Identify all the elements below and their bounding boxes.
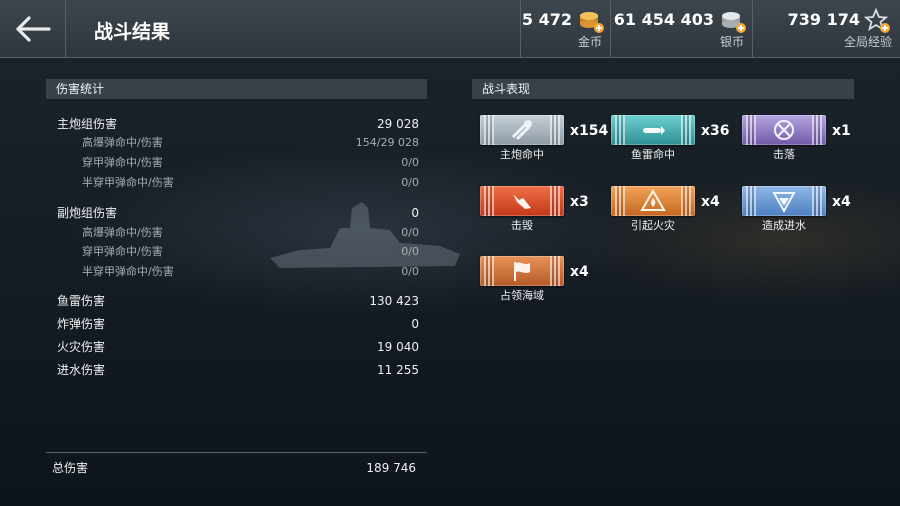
medal-count: x4 [570,264,589,280]
stat-label: 半穿甲弹命中/伤害 [82,176,174,189]
medal-label: 引起火灾 [631,219,675,232]
main-sap-row: 半穿甲弹命中/伤害 0/0 [57,174,419,192]
medal-label: 击毁 [511,219,533,232]
flood-damage-row: 进水伤害 11 255 [57,361,419,379]
stat-label: 高爆弹命中/伤害 [82,226,163,239]
medal-torpedo-hit[interactable]: 鱼雷命中 x36 [611,115,730,163]
medal-fire-caused[interactable]: 引起火灾 x4 [611,186,720,234]
star-xp-add-icon [864,8,890,33]
medal-count: x1 [832,123,851,139]
stat-label: 主炮组伤害 [57,117,118,131]
medal-ribbon [611,186,695,216]
stat-value: 0/0 [401,265,419,278]
stat-value: 19 040 [377,340,419,354]
stat-value: 29 028 [377,117,419,131]
stat-label: 鱼雷伤害 [57,294,106,308]
medal-flooding-caused[interactable]: 造成进水 x4 [742,186,851,234]
xp-amount: 739 174 [787,10,860,29]
back-button[interactable] [0,0,66,58]
stat-value: 0/0 [401,245,419,258]
stat-label: 副炮组伤害 [57,206,118,220]
stat-label: 半穿甲弹命中/伤害 [82,265,174,278]
medal-main-battery-hit[interactable]: 主炮命中 x154 [480,115,608,163]
gold-resource[interactable]: 5 472 金币 [520,0,610,58]
stat-value: 0/0 [401,226,419,239]
medal-count: x36 [701,123,730,139]
page-title: 战斗结果 [94,21,171,43]
medal-label: 造成进水 [762,219,806,232]
medal-count: x4 [701,194,720,210]
stat-value: 0 [411,206,419,220]
medal-label: 主炮命中 [500,148,544,161]
stat-value: 154/29 028 [355,136,419,149]
total-divider [46,452,427,453]
ship-destroyed-icon [513,194,531,209]
silver-resource[interactable]: 61 454 403 银币 [610,0,752,58]
medal-count: x3 [570,194,589,210]
medal-ribbon [611,115,695,145]
stat-value: 130 423 [369,294,419,308]
secondary-damage-row: 副炮组伤害 0 [57,204,419,222]
stat-label: 进水伤害 [57,363,106,377]
secondary-ap-row: 穿甲弹命中/伤害 0/0 [57,243,419,261]
stat-label: 总伤害 [52,461,89,475]
gold-label: 金币 [577,35,602,49]
xp-label: 全局经验 [843,35,892,49]
stat-label: 穿甲弹命中/伤害 [82,156,163,169]
medal-ribbon [742,186,826,216]
main-battery-hit-icon [511,120,532,141]
battle-performance-header: 战斗表现 [472,79,854,99]
medal-count: x154 [570,123,609,139]
main-battery-damage-row: 主炮组伤害 29 028 [57,115,419,133]
medal-ribbon [480,256,564,286]
stat-value: 0/0 [401,156,419,169]
bomb-damage-row: 炸弹伤害 0 [57,315,419,333]
stat-value: 189 746 [366,461,416,475]
flooding-caused-icon [772,192,796,214]
fire-damage-row: 火灾伤害 19 040 [57,338,419,356]
silver-label: 银币 [719,35,744,49]
medal-capture[interactable]: 占领海域 x4 [480,256,589,304]
stat-value: 0/0 [401,176,419,189]
silver-coins-add-icon [722,12,746,33]
stat-label: 穿甲弹命中/伤害 [82,245,163,258]
silver-amount: 61 454 403 [613,10,714,29]
torpedo-hit-icon [643,126,665,135]
medal-ribbon [480,115,564,145]
fire-caused-icon [640,189,666,211]
medal-label: 占领海域 [500,289,544,302]
aircraft-shot-down-icon [774,120,794,140]
capture-flag-icon [514,262,530,281]
secondary-sap-row: 半穿甲弹命中/伤害 0/0 [57,263,419,281]
stat-label: 高爆弹命中/伤害 [82,136,163,149]
medal-count: x4 [832,194,851,210]
stat-label: 火灾伤害 [57,340,106,354]
damage-stats-header: 伤害统计 [46,79,427,99]
total-damage-row: 总伤害 189 746 [52,459,416,477]
top-bar: 战斗结果 5 472 金币 61 454 403 银币 739 174 全局经验 [0,0,900,58]
secondary-he-row: 高爆弹命中/伤害 0/0 [57,224,419,242]
gold-coins-add-icon [580,12,604,33]
stat-value: 11 255 [377,363,419,377]
stat-value: 0 [411,317,419,331]
stat-label: 炸弹伤害 [57,317,106,331]
medal-ribbon [742,115,826,145]
torpedo-damage-row: 鱼雷伤害 130 423 [57,292,419,310]
main-ap-row: 穿甲弹命中/伤害 0/0 [57,154,419,172]
back-arrow-icon [15,16,51,42]
gold-amount: 5 472 [521,10,572,29]
medal-ribbon [480,186,564,216]
medal-label: 击落 [773,148,795,161]
xp-resource[interactable]: 739 174 全局经验 [752,0,900,58]
medal-aircraft-shot-down[interactable]: 击落 x1 [742,115,851,163]
medal-label: 鱼雷命中 [631,148,675,161]
main-he-row: 高爆弹命中/伤害 154/29 028 [57,134,419,152]
medal-ship-destroyed[interactable]: 击毁 x3 [480,186,589,234]
